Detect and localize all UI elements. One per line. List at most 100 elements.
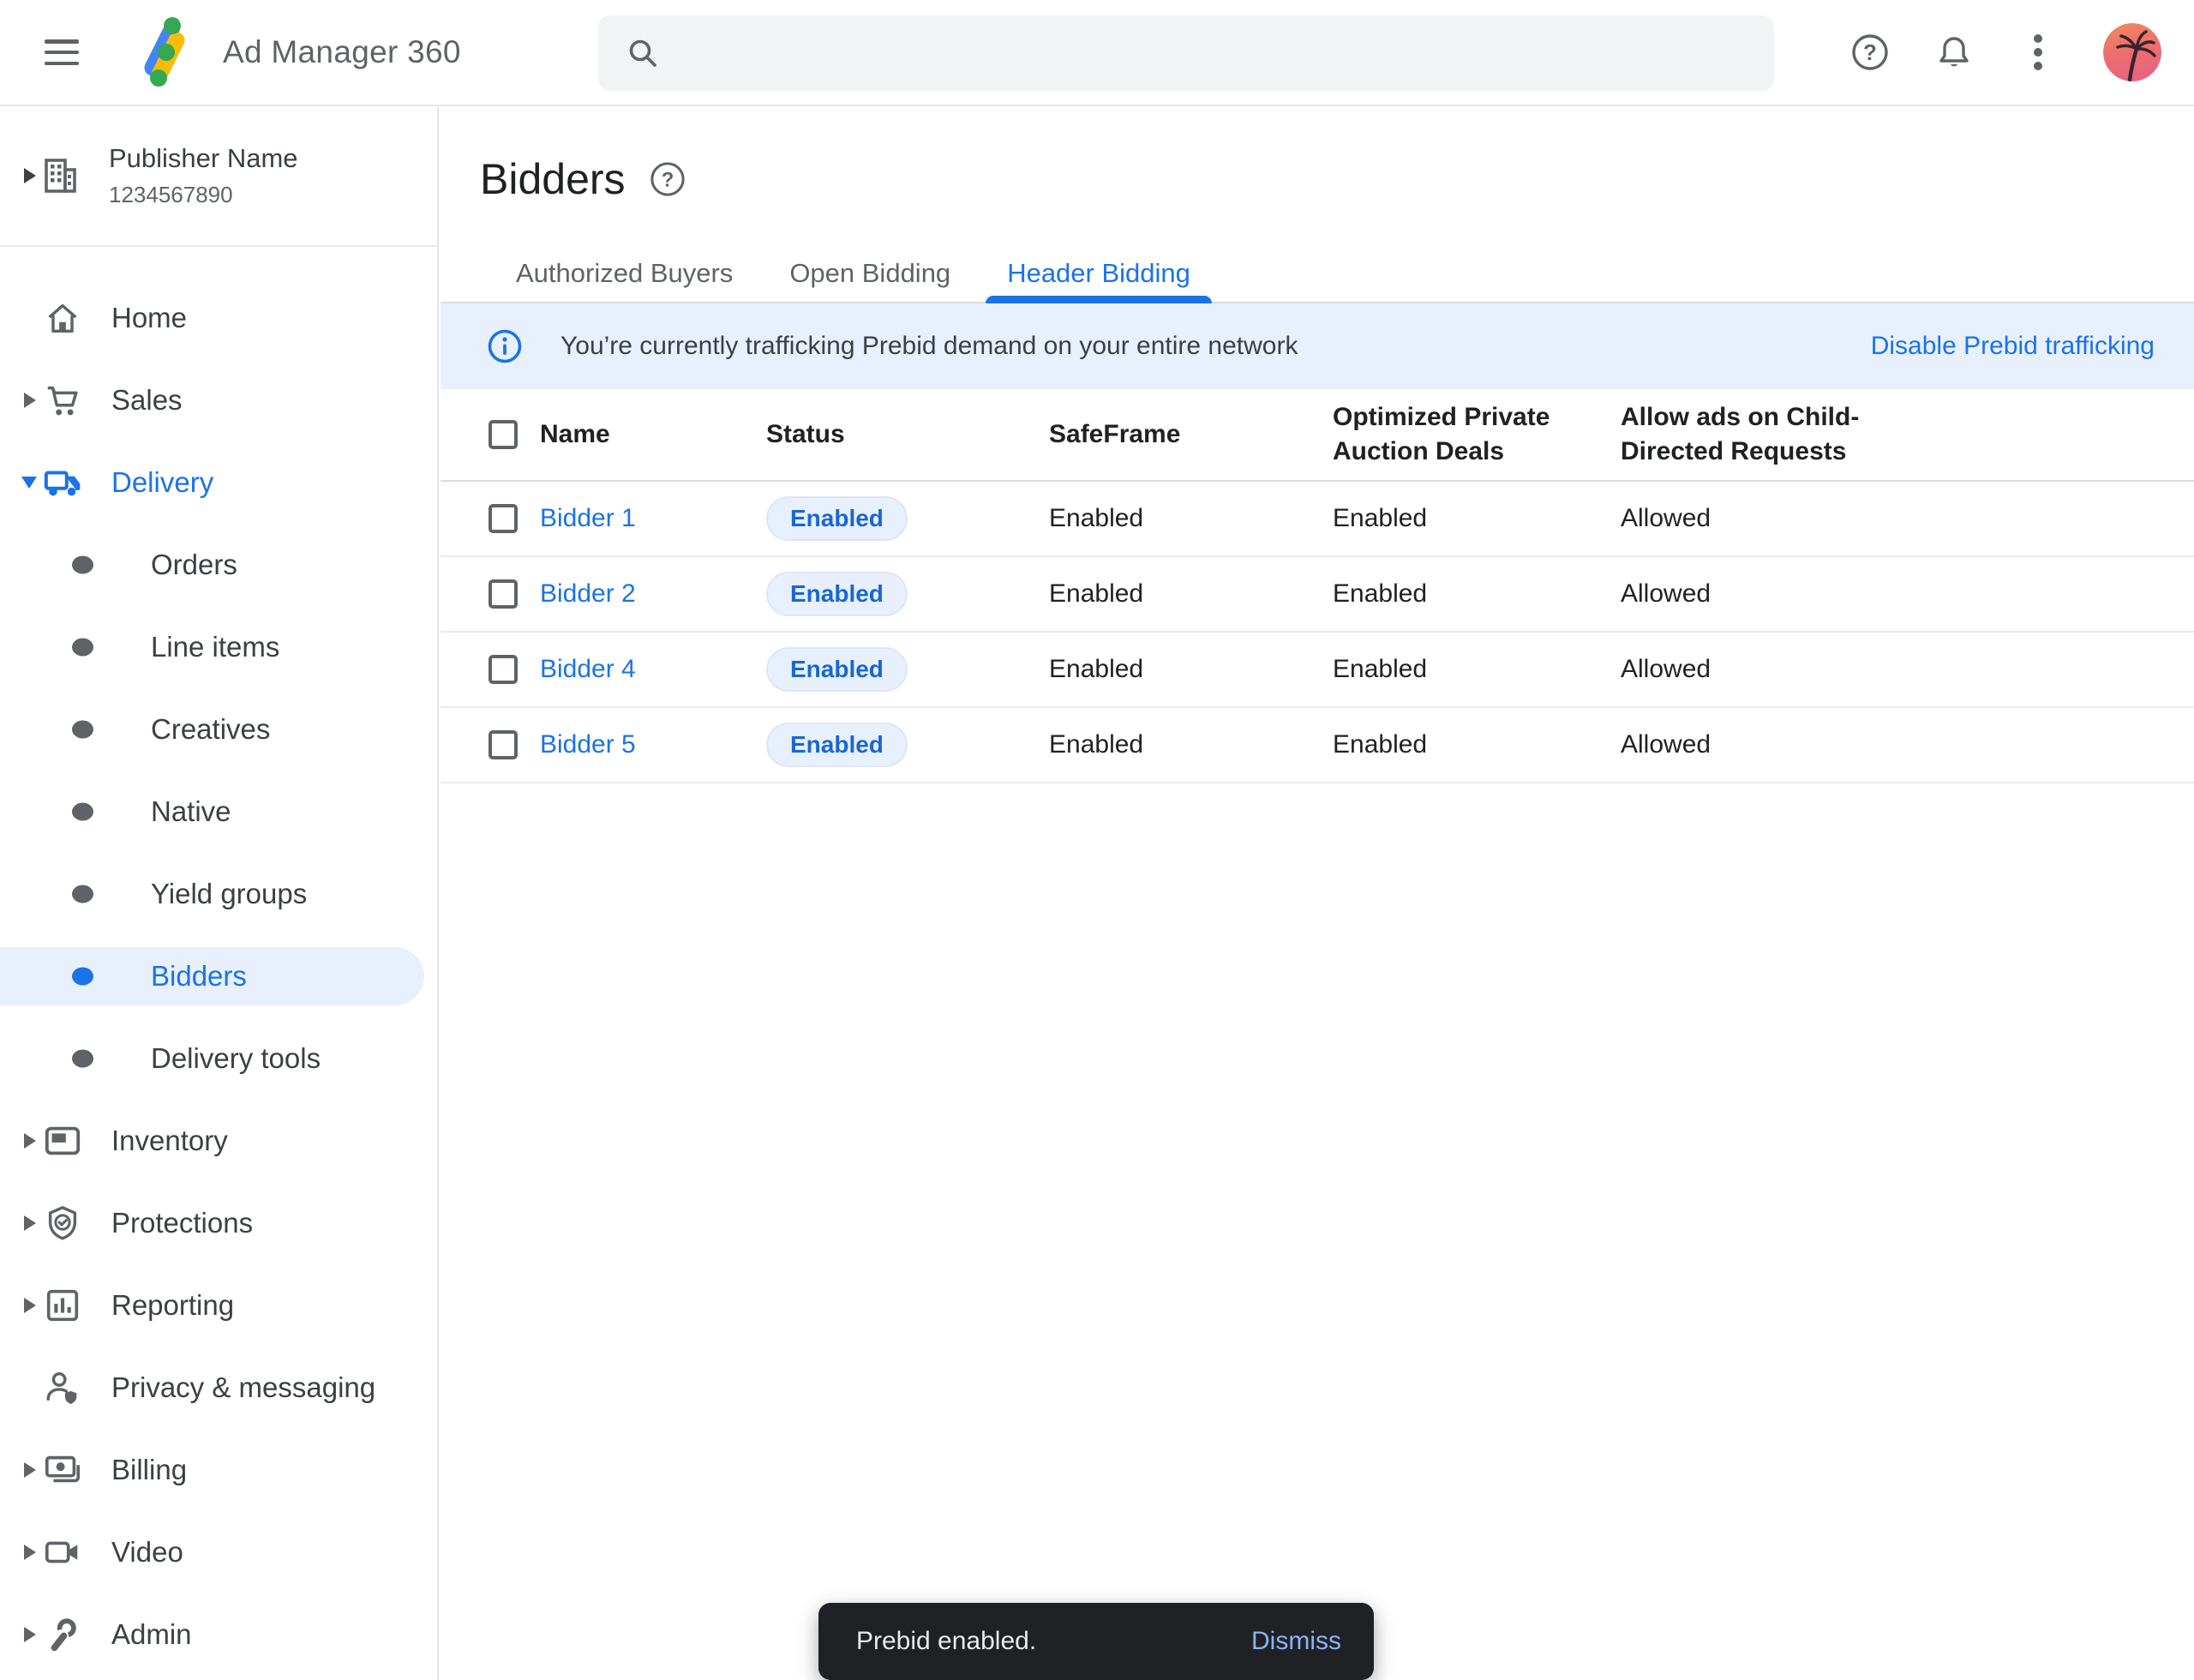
table-row: Bidder 5 Enabled Enabled Enabled Allowed (441, 708, 2194, 783)
bidder-link[interactable]: Bidder 2 (540, 579, 636, 608)
bullet-dot-icon (72, 556, 93, 574)
sidebar-item-creatives[interactable]: Creatives (0, 688, 437, 771)
sidebar-item-privacy-messaging[interactable]: Privacy & messaging (0, 1347, 437, 1429)
status-badge: Enabled (766, 723, 908, 767)
sidebar-item-protections[interactable]: Protections (0, 1182, 437, 1264)
building-icon (39, 155, 81, 196)
svg-text:?: ? (1863, 39, 1877, 65)
more-options-icon[interactable] (2019, 33, 2057, 71)
sidebar-item-line-items[interactable]: Line items (0, 606, 437, 688)
global-search (598, 15, 1774, 91)
tab-header-bidding[interactable]: Header Bidding (979, 257, 1219, 302)
child-directed-value: Allowed (1621, 655, 2194, 684)
menu-icon[interactable] (45, 39, 79, 65)
private-auction-value: Enabled (1333, 504, 1621, 533)
bullet-dot-icon (72, 968, 93, 986)
home-icon (43, 298, 82, 338)
shield-check-icon (43, 1203, 82, 1243)
safeframe-value: Enabled (1049, 579, 1333, 609)
header-actions: ? (1851, 0, 2194, 105)
sidebar-item-admin[interactable]: Admin (0, 1593, 437, 1676)
row-checkbox[interactable] (489, 655, 518, 684)
sidebar-item-yield-groups[interactable]: Yield groups (0, 853, 437, 935)
svg-text:?: ? (661, 169, 674, 192)
sidebar-item-delivery-tools[interactable]: Delivery tools (0, 1017, 437, 1100)
bullet-dot-icon (72, 1050, 93, 1068)
sidebar-item-video[interactable]: Video (0, 1511, 437, 1593)
chevron-right-icon (24, 1298, 36, 1313)
bidder-link[interactable]: Bidder 4 (540, 655, 636, 683)
safeframe-value: Enabled (1049, 504, 1333, 533)
title-help-icon[interactable]: ? (650, 161, 686, 197)
search-icon (624, 34, 662, 72)
publisher-name: Publisher Name (109, 143, 298, 174)
main-content: Bidders ? Authorized Buyers Open Bidding… (441, 106, 2194, 1680)
dismiss-button[interactable]: Dismiss (1251, 1627, 1341, 1656)
child-directed-value: Allowed (1621, 730, 2194, 759)
child-directed-value: Allowed (1621, 504, 2194, 533)
toast-message: Prebid enabled. (856, 1627, 1251, 1656)
publisher-switcher[interactable]: Publisher Name 1234567890 (0, 106, 437, 247)
page-title-row: Bidders ? (441, 106, 2194, 204)
sidebar-item-home[interactable]: Home (0, 277, 437, 359)
private-auction-value: Enabled (1333, 730, 1621, 759)
select-all-checkbox[interactable] (489, 420, 518, 449)
column-header-safeframe: SafeFrame (1049, 417, 1333, 452)
account-avatar[interactable] (2103, 23, 2161, 81)
cart-icon (43, 381, 82, 420)
chevron-right-icon (24, 1545, 36, 1560)
bidder-link[interactable]: Bidder 1 (540, 504, 636, 532)
help-icon[interactable]: ? (1851, 33, 1889, 71)
chevron-right-icon (24, 393, 36, 408)
row-checkbox[interactable] (489, 730, 518, 759)
table-row: Bidder 1 Enabled Enabled Enabled Allowed (441, 482, 2194, 557)
safeframe-value: Enabled (1049, 730, 1333, 759)
chevron-right-icon (24, 1133, 36, 1149)
bidder-link[interactable]: Bidder 5 (540, 730, 636, 759)
info-circle-icon (487, 328, 523, 364)
disable-prebid-trafficking-link[interactable]: Disable Prebid trafficking (1871, 332, 2155, 361)
person-shield-icon (43, 1368, 82, 1407)
child-directed-value: Allowed (1621, 579, 2194, 609)
notifications-bell-icon[interactable] (1935, 33, 1973, 71)
chevron-right-icon (24, 1627, 36, 1642)
table-header-row: Name Status SafeFrame Optimized Private … (441, 389, 2194, 482)
column-header-name: Name (540, 417, 766, 452)
banner-message: You’re currently trafficking Prebid dema… (560, 332, 1871, 361)
table-row: Bidder 2 Enabled Enabled Enabled Allowed (441, 557, 2194, 633)
bullet-dot-icon (72, 803, 93, 821)
search-input[interactable] (682, 38, 1748, 69)
tab-open-bidding[interactable]: Open Bidding (761, 257, 979, 302)
ad-manager-logo-icon (127, 15, 199, 90)
truck-icon (43, 463, 82, 502)
bullet-dot-icon (72, 639, 93, 657)
sidebar-item-orders[interactable]: Orders (0, 524, 437, 606)
safeframe-value: Enabled (1049, 655, 1333, 684)
chevron-right-icon (24, 168, 36, 183)
page-title: Bidders (480, 154, 626, 204)
sidebar-item-native[interactable]: Native (0, 771, 437, 853)
chevron-right-icon (24, 1462, 36, 1478)
snackbar-toast: Prebid enabled. Dismiss (818, 1603, 1374, 1680)
app-header: Ad Manager 360 ? (0, 0, 2194, 106)
tab-authorized-buyers[interactable]: Authorized Buyers (488, 257, 761, 302)
bullet-dot-icon (72, 885, 93, 903)
sidebar-item-reporting[interactable]: Reporting (0, 1264, 437, 1347)
column-header-private-auction: Optimized Private Auction Deals (1333, 400, 1621, 469)
app-title: Ad Manager 360 (223, 34, 461, 70)
private-auction-value: Enabled (1333, 579, 1621, 609)
chevron-down-icon (21, 477, 37, 489)
sidebar-item-delivery[interactable]: Delivery (0, 441, 437, 524)
row-checkbox[interactable] (489, 504, 518, 533)
status-badge: Enabled (766, 647, 908, 692)
sidebar-item-bidders[interactable]: Bidders (0, 935, 437, 1017)
sidebar-item-billing[interactable]: Billing (0, 1429, 437, 1511)
row-checkbox[interactable] (489, 579, 518, 609)
tab-bar: Authorized Buyers Open Bidding Header Bi… (441, 257, 2194, 303)
sidebar-item-sales[interactable]: Sales (0, 359, 437, 441)
table-row: Bidder 4 Enabled Enabled Enabled Allowed (441, 633, 2194, 708)
bullet-dot-icon (72, 721, 93, 739)
status-badge: Enabled (766, 496, 908, 541)
sidebar-item-inventory[interactable]: Inventory (0, 1100, 437, 1182)
inventory-icon (43, 1121, 82, 1161)
